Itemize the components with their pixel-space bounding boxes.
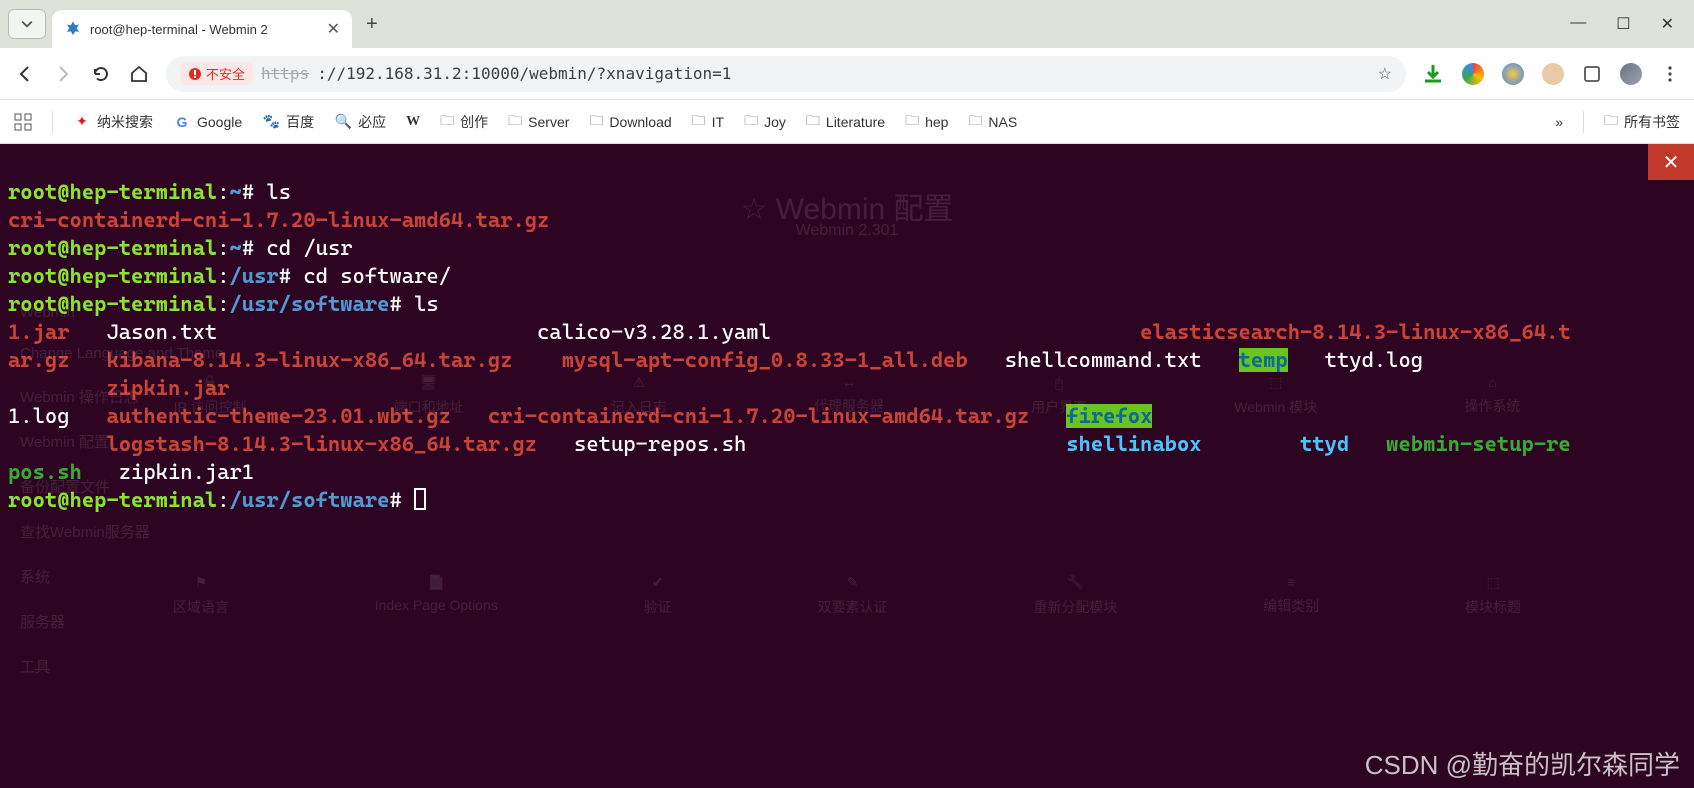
browser-tab[interactable]: root@hep-terminal - Webmin 2 ✕ <box>52 10 352 48</box>
chevron-down-icon <box>21 18 33 30</box>
tab-list-dropdown[interactable] <box>8 9 46 39</box>
bookmark-overflow[interactable]: » <box>1555 114 1563 130</box>
bookmark-folder-server[interactable]: 🗀Server <box>508 110 569 134</box>
bookmark-baidu[interactable]: 🐾百度 <box>262 112 314 132</box>
bookmark-folder-hep[interactable]: 🗀hep <box>905 110 948 134</box>
window-minimize-button[interactable]: — <box>1570 14 1586 34</box>
bookmark-folder-joy[interactable]: 🗀Joy <box>744 110 786 134</box>
bookmarks-bar: ✦纳米搜索 GGoogle 🐾百度 🔍必应 W 🗀创作 🗀Server 🗀Dow… <box>0 100 1694 144</box>
insecure-badge[interactable]: 不安全 <box>180 62 253 85</box>
bookmark-folder-literature[interactable]: 🗀Literature <box>806 110 885 134</box>
bookmark-star-icon[interactable]: ☆ <box>1378 64 1392 84</box>
puzzle-icon[interactable] <box>1582 64 1602 84</box>
warning-icon <box>188 67 202 81</box>
watermark: CSDN @勤奋的凯尔森同学 <box>1365 745 1680 782</box>
reload-button[interactable] <box>90 63 112 85</box>
browser-toolbar: 不安全 https ://192.168.31.2:10000/webmin/?x… <box>0 48 1694 100</box>
terminal-cursor <box>414 488 426 510</box>
browser-titlebar: root@hep-terminal - Webmin 2 ✕ + — ☐ ✕ <box>0 0 1694 48</box>
bookmark-wikipedia[interactable]: W <box>406 114 420 130</box>
home-button[interactable] <box>128 63 150 85</box>
window-close-button[interactable]: ✕ <box>1661 14 1674 34</box>
extension-icon-2[interactable] <box>1502 63 1524 85</box>
bookmark-google[interactable]: GGoogle <box>173 113 242 131</box>
webmin-favicon-icon <box>64 20 82 38</box>
forward-button[interactable] <box>52 63 74 85</box>
terminal-panel: ☆ Webmin 配置 Webmin 2.301 WebminChange La… <box>0 144 1694 788</box>
terminal-output[interactable]: root@hep-terminal:~# ls cri-containerd-c… <box>0 144 1694 548</box>
bookmark-nami[interactable]: ✦纳米搜索 <box>73 112 153 132</box>
apps-button[interactable] <box>14 113 32 131</box>
tab-close-icon[interactable]: ✕ <box>327 19 340 39</box>
extension-icon-3[interactable] <box>1542 63 1564 85</box>
bookmark-bing[interactable]: 🔍必应 <box>334 112 386 132</box>
menu-icon[interactable] <box>1660 64 1680 84</box>
back-button[interactable] <box>14 63 36 85</box>
bookmark-folder-nas[interactable]: 🗀NAS <box>968 110 1017 134</box>
url-protocol: https <box>261 64 309 83</box>
profile-avatar[interactable] <box>1620 63 1642 85</box>
window-maximize-button[interactable]: ☐ <box>1616 14 1630 34</box>
bookmark-all[interactable]: 🗀所有书签 <box>1604 110 1680 134</box>
new-tab-button[interactable]: + <box>366 13 378 36</box>
tab-title: root@hep-terminal - Webmin 2 <box>90 22 319 37</box>
terminal-close-button[interactable]: ✕ <box>1648 144 1694 180</box>
bookmark-folder-create[interactable]: 🗀创作 <box>440 110 488 134</box>
extension-icon-1[interactable] <box>1462 63 1484 85</box>
address-bar[interactable]: 不安全 https ://192.168.31.2:10000/webmin/?x… <box>166 56 1406 92</box>
bookmark-folder-download[interactable]: 🗀Download <box>589 110 671 134</box>
download-icon[interactable] <box>1422 63 1444 85</box>
bookmark-folder-it[interactable]: 🗀IT <box>692 110 724 134</box>
extension-icons <box>1422 63 1680 85</box>
url-path: ://192.168.31.2:10000/webmin/?xnavigatio… <box>317 64 731 83</box>
